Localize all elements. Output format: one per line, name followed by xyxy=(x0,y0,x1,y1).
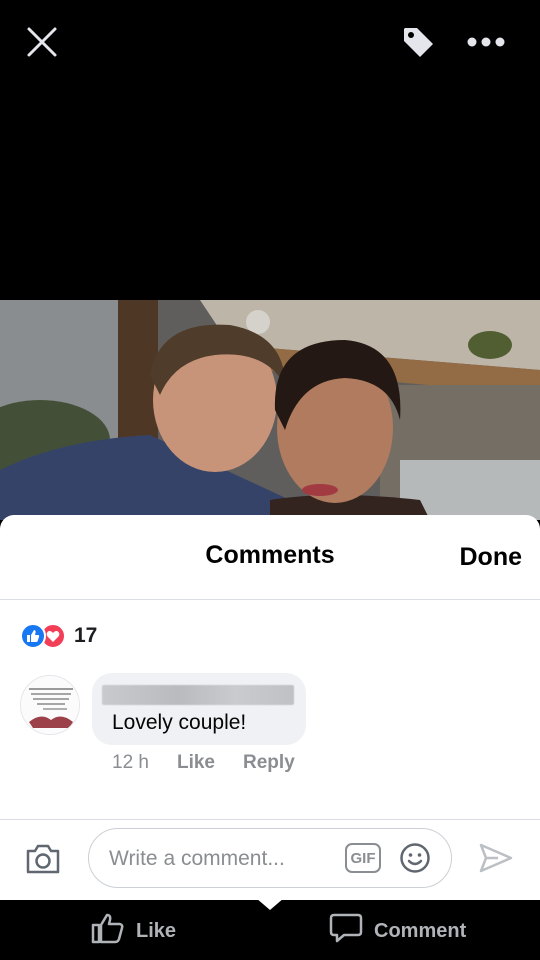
post-like-label: Like xyxy=(136,919,177,942)
send-icon[interactable] xyxy=(476,838,516,878)
comment-input[interactable]: Write a comment... GIF xyxy=(88,828,452,888)
post-comment-label: Comment xyxy=(374,919,467,942)
comments-sheet: Comments Done 17 Lovely couple! 12 h Lik… xyxy=(0,515,540,900)
post-like-button[interactable]: Like xyxy=(90,912,176,950)
comment-meta: 12 h Like Reply xyxy=(112,752,295,774)
reactions-summary[interactable]: 17 xyxy=(20,621,97,651)
comments-header: Comments Done xyxy=(0,515,540,600)
comment-input-placeholder: Write a comment... xyxy=(109,847,285,870)
commenter-avatar[interactable] xyxy=(20,675,80,735)
post-photo[interactable] xyxy=(0,300,540,520)
close-icon[interactable] xyxy=(20,20,64,64)
post-comment-button[interactable]: Comment xyxy=(328,912,466,950)
post-action-bar: Like Comment xyxy=(0,900,540,960)
commenter-name-redacted xyxy=(102,685,294,705)
tag-icon[interactable] xyxy=(396,20,440,64)
comment-reply-button[interactable]: Reply xyxy=(243,752,295,774)
comment-bubble[interactable]: Lovely couple! xyxy=(92,673,306,745)
like-reaction-icon xyxy=(20,623,46,649)
composer-divider xyxy=(0,819,540,820)
camera-icon[interactable] xyxy=(22,838,64,880)
comment-text: Lovely couple! xyxy=(112,711,247,734)
emoji-icon[interactable] xyxy=(397,840,433,876)
thumbs-up-icon xyxy=(90,912,126,950)
comment-like-button[interactable]: Like xyxy=(177,752,215,774)
photo-viewer-topbar xyxy=(0,0,540,90)
gif-button[interactable]: GIF xyxy=(345,843,381,873)
comment-bubble-icon xyxy=(328,912,364,950)
reaction-count: 17 xyxy=(74,624,98,647)
done-button[interactable]: Done xyxy=(460,543,523,572)
comment-time: 12 h xyxy=(112,752,149,773)
more-icon[interactable] xyxy=(464,20,508,64)
